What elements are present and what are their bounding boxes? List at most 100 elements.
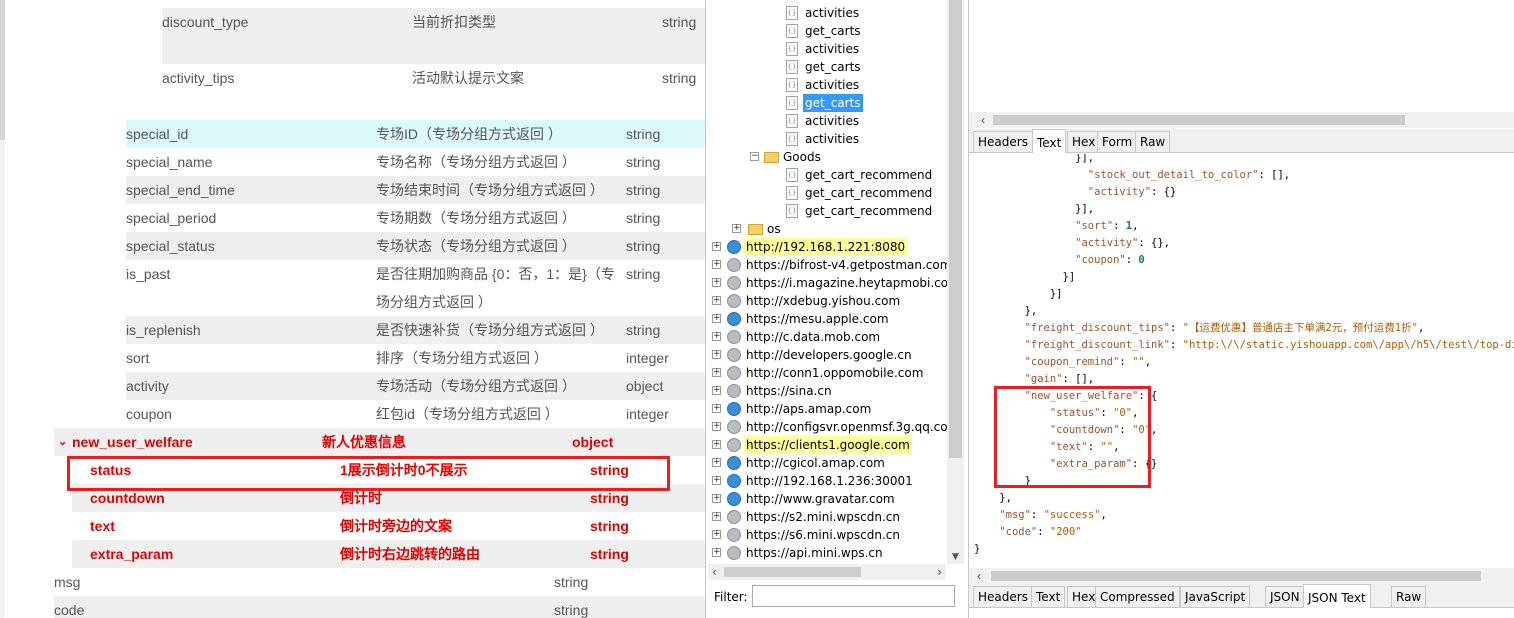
tree-horizontal-scrollbar[interactable]: ‹ › bbox=[708, 564, 946, 580]
json-line: "freight_discount_link": "http:\/\/stati… bbox=[974, 337, 1514, 354]
field-type: string bbox=[626, 126, 661, 142]
field-name: activity_tips bbox=[162, 70, 235, 86]
tab-raw[interactable]: Raw bbox=[1391, 586, 1427, 607]
tab-hex[interactable]: Hex bbox=[1067, 131, 1101, 152]
expand-toggle-icon[interactable]: + bbox=[712, 530, 721, 539]
field-desc: 专场ID（专场分组方式返回 ） bbox=[376, 126, 562, 142]
response-horizontal-scrollbar[interactable]: ‹ bbox=[969, 568, 1514, 584]
folder-os[interactable]: + os bbox=[706, 220, 946, 238]
tree-node-label: https://mesu.apple.com bbox=[746, 312, 889, 326]
tree-vertical-scrollbar[interactable]: ▼ bbox=[947, 0, 964, 564]
host-node[interactable]: + https://clients1.google.com bbox=[706, 436, 946, 454]
expand-toggle-icon[interactable]: + bbox=[712, 548, 721, 557]
json-line: "activity": {}, bbox=[1075, 237, 1170, 249]
table-row: sort 排序（专场分组方式返回 ） integer bbox=[126, 344, 705, 372]
expand-toggle-icon[interactable]: + bbox=[712, 350, 721, 359]
left-scrollbar[interactable] bbox=[0, 0, 5, 618]
host-node[interactable]: + https://bifrost-v4.getpostman.com bbox=[706, 256, 951, 274]
host-node[interactable]: + http://configsvr.openmsf.3g.qq.com bbox=[706, 418, 959, 436]
session-item[interactable]: {} activities bbox=[706, 4, 946, 22]
field-name: sort bbox=[126, 350, 150, 366]
tree-node-label: http://c.data.mob.com bbox=[746, 330, 881, 344]
host-node[interactable]: + http://aps.amap.com bbox=[706, 400, 946, 418]
request-body-pane[interactable] bbox=[969, 0, 1514, 128]
session-item[interactable]: {} activities bbox=[706, 76, 946, 94]
host-node[interactable]: + http://developers.google.cn bbox=[706, 346, 946, 364]
collapse-caret-icon: ⌄ bbox=[58, 436, 68, 448]
expand-toggle-icon[interactable]: + bbox=[712, 494, 721, 503]
table-row: msg string bbox=[54, 568, 705, 596]
field-desc: 新人优惠信息 bbox=[322, 434, 406, 450]
field-type: string bbox=[626, 182, 661, 198]
tab-headers[interactable]: Headers bbox=[973, 586, 1033, 607]
table-row: ⌄ new_user_welfare 新人优惠信息 object bbox=[54, 428, 705, 456]
field-type: string bbox=[626, 266, 661, 282]
host-node[interactable]: + http://xdebug.yishou.com bbox=[706, 292, 946, 310]
expand-toggle-icon[interactable]: + bbox=[712, 512, 721, 521]
tab-json-text[interactable]: JSON Text bbox=[1303, 584, 1371, 608]
tab-headers[interactable]: Headers bbox=[973, 131, 1033, 152]
tab-json[interactable]: JSON bbox=[1265, 586, 1305, 607]
session-item[interactable]: {} get_carts bbox=[706, 58, 946, 76]
host-node[interactable]: + https://i.magazine.heytapmobi.com bbox=[706, 274, 960, 292]
expand-toggle-icon[interactable]: + bbox=[712, 314, 721, 323]
host-node[interactable]: + https://api.mini.wps.cn bbox=[706, 544, 946, 562]
json-line: "freight_discount_tips": "【运费优惠】普通店主下单满2… bbox=[1024, 322, 1425, 334]
session-item[interactable]: {} activities bbox=[706, 112, 946, 130]
globe-icon bbox=[727, 330, 741, 344]
host-node[interactable]: + http://192.168.1.221:8080 bbox=[706, 238, 946, 256]
tab-form[interactable]: Form bbox=[1097, 131, 1138, 152]
expand-toggle-icon[interactable]: + bbox=[712, 422, 721, 431]
field-desc: 红包id（专场分组方式返回 ） bbox=[376, 406, 559, 422]
filter-input[interactable] bbox=[752, 585, 955, 607]
expand-toggle-icon[interactable]: + bbox=[712, 476, 721, 485]
expand-toggle-icon[interactable]: + bbox=[712, 242, 721, 251]
session-item[interactable]: {} get_cart_recommend bbox=[706, 202, 946, 220]
expand-toggle-icon[interactable]: − bbox=[750, 152, 759, 161]
folder-goods[interactable]: − Goods bbox=[706, 148, 946, 166]
host-node[interactable]: + http://c.data.mob.com bbox=[706, 328, 946, 346]
response-json-pane[interactable]: }], "stock_out_detail_to_color": [], "ac… bbox=[969, 154, 1514, 568]
expand-toggle-icon[interactable]: + bbox=[712, 296, 721, 305]
session-item[interactable]: {} activities bbox=[706, 40, 946, 58]
host-node[interactable]: + https://s2.mini.wpscdn.cn bbox=[706, 508, 946, 526]
session-item[interactable]: {} get_carts bbox=[706, 22, 946, 40]
tab-compressed[interactable]: Compressed bbox=[1095, 586, 1180, 607]
session-item[interactable]: {} activities bbox=[706, 130, 946, 148]
host-node[interactable]: + http://cgicol.amap.com bbox=[706, 454, 946, 472]
tab-text[interactable]: Text bbox=[1031, 586, 1066, 607]
tab-text[interactable]: Text bbox=[1032, 129, 1067, 153]
tree-node-label: https://clients1.google.com bbox=[744, 436, 912, 454]
expand-toggle-icon[interactable]: + bbox=[712, 440, 721, 449]
expand-toggle-icon[interactable]: + bbox=[712, 278, 721, 287]
host-node[interactable]: + http://192.168.1.236:30001 bbox=[706, 472, 946, 490]
host-node[interactable]: + https://sina.cn bbox=[706, 382, 946, 400]
tab-javascript[interactable]: JavaScript bbox=[1180, 586, 1251, 607]
api-doc-panel: discount_type 当前折扣类型 string activity_tips 活动… bbox=[0, 0, 705, 618]
globe-icon bbox=[727, 528, 741, 542]
tree-node-label: http://cgicol.amap.com bbox=[746, 456, 885, 470]
tree-node-label: https://s6.mini.wpscdn.cn bbox=[746, 528, 901, 542]
table-row: discount_type 当前折扣类型 string bbox=[162, 8, 705, 64]
expand-toggle-icon[interactable]: + bbox=[712, 404, 721, 413]
host-node[interactable]: + http://www.gravatar.com bbox=[706, 490, 946, 508]
expand-toggle-icon[interactable]: + bbox=[712, 458, 721, 467]
session-item[interactable]: {} get_carts bbox=[706, 94, 946, 112]
field-name: is_past bbox=[126, 266, 171, 282]
expand-toggle-icon[interactable]: + bbox=[712, 386, 721, 395]
session-item[interactable]: {} get_cart_recommend bbox=[706, 184, 946, 202]
host-node[interactable]: + http://conn1.oppomobile.com bbox=[706, 364, 946, 382]
host-node[interactable]: + https://mesu.apple.com bbox=[706, 310, 946, 328]
tab-raw[interactable]: Raw bbox=[1135, 131, 1171, 152]
expand-toggle-icon[interactable]: + bbox=[712, 332, 721, 341]
expand-toggle-icon[interactable]: + bbox=[712, 368, 721, 377]
json-file-icon: {} bbox=[786, 6, 798, 20]
expand-toggle-icon[interactable]: + bbox=[712, 260, 721, 269]
request-horizontal-scrollbar[interactable]: ‹ bbox=[969, 112, 1514, 128]
host-node[interactable]: + https://s6.mini.wpscdn.cn bbox=[706, 526, 946, 544]
json-key: "code" bbox=[999, 526, 1038, 538]
expand-toggle-icon[interactable]: + bbox=[732, 224, 741, 233]
json-key: "freight_discount_link" bbox=[1024, 339, 1170, 351]
field-name: special_name bbox=[126, 154, 213, 170]
session-item[interactable]: {} get_cart_recommend bbox=[706, 166, 946, 184]
